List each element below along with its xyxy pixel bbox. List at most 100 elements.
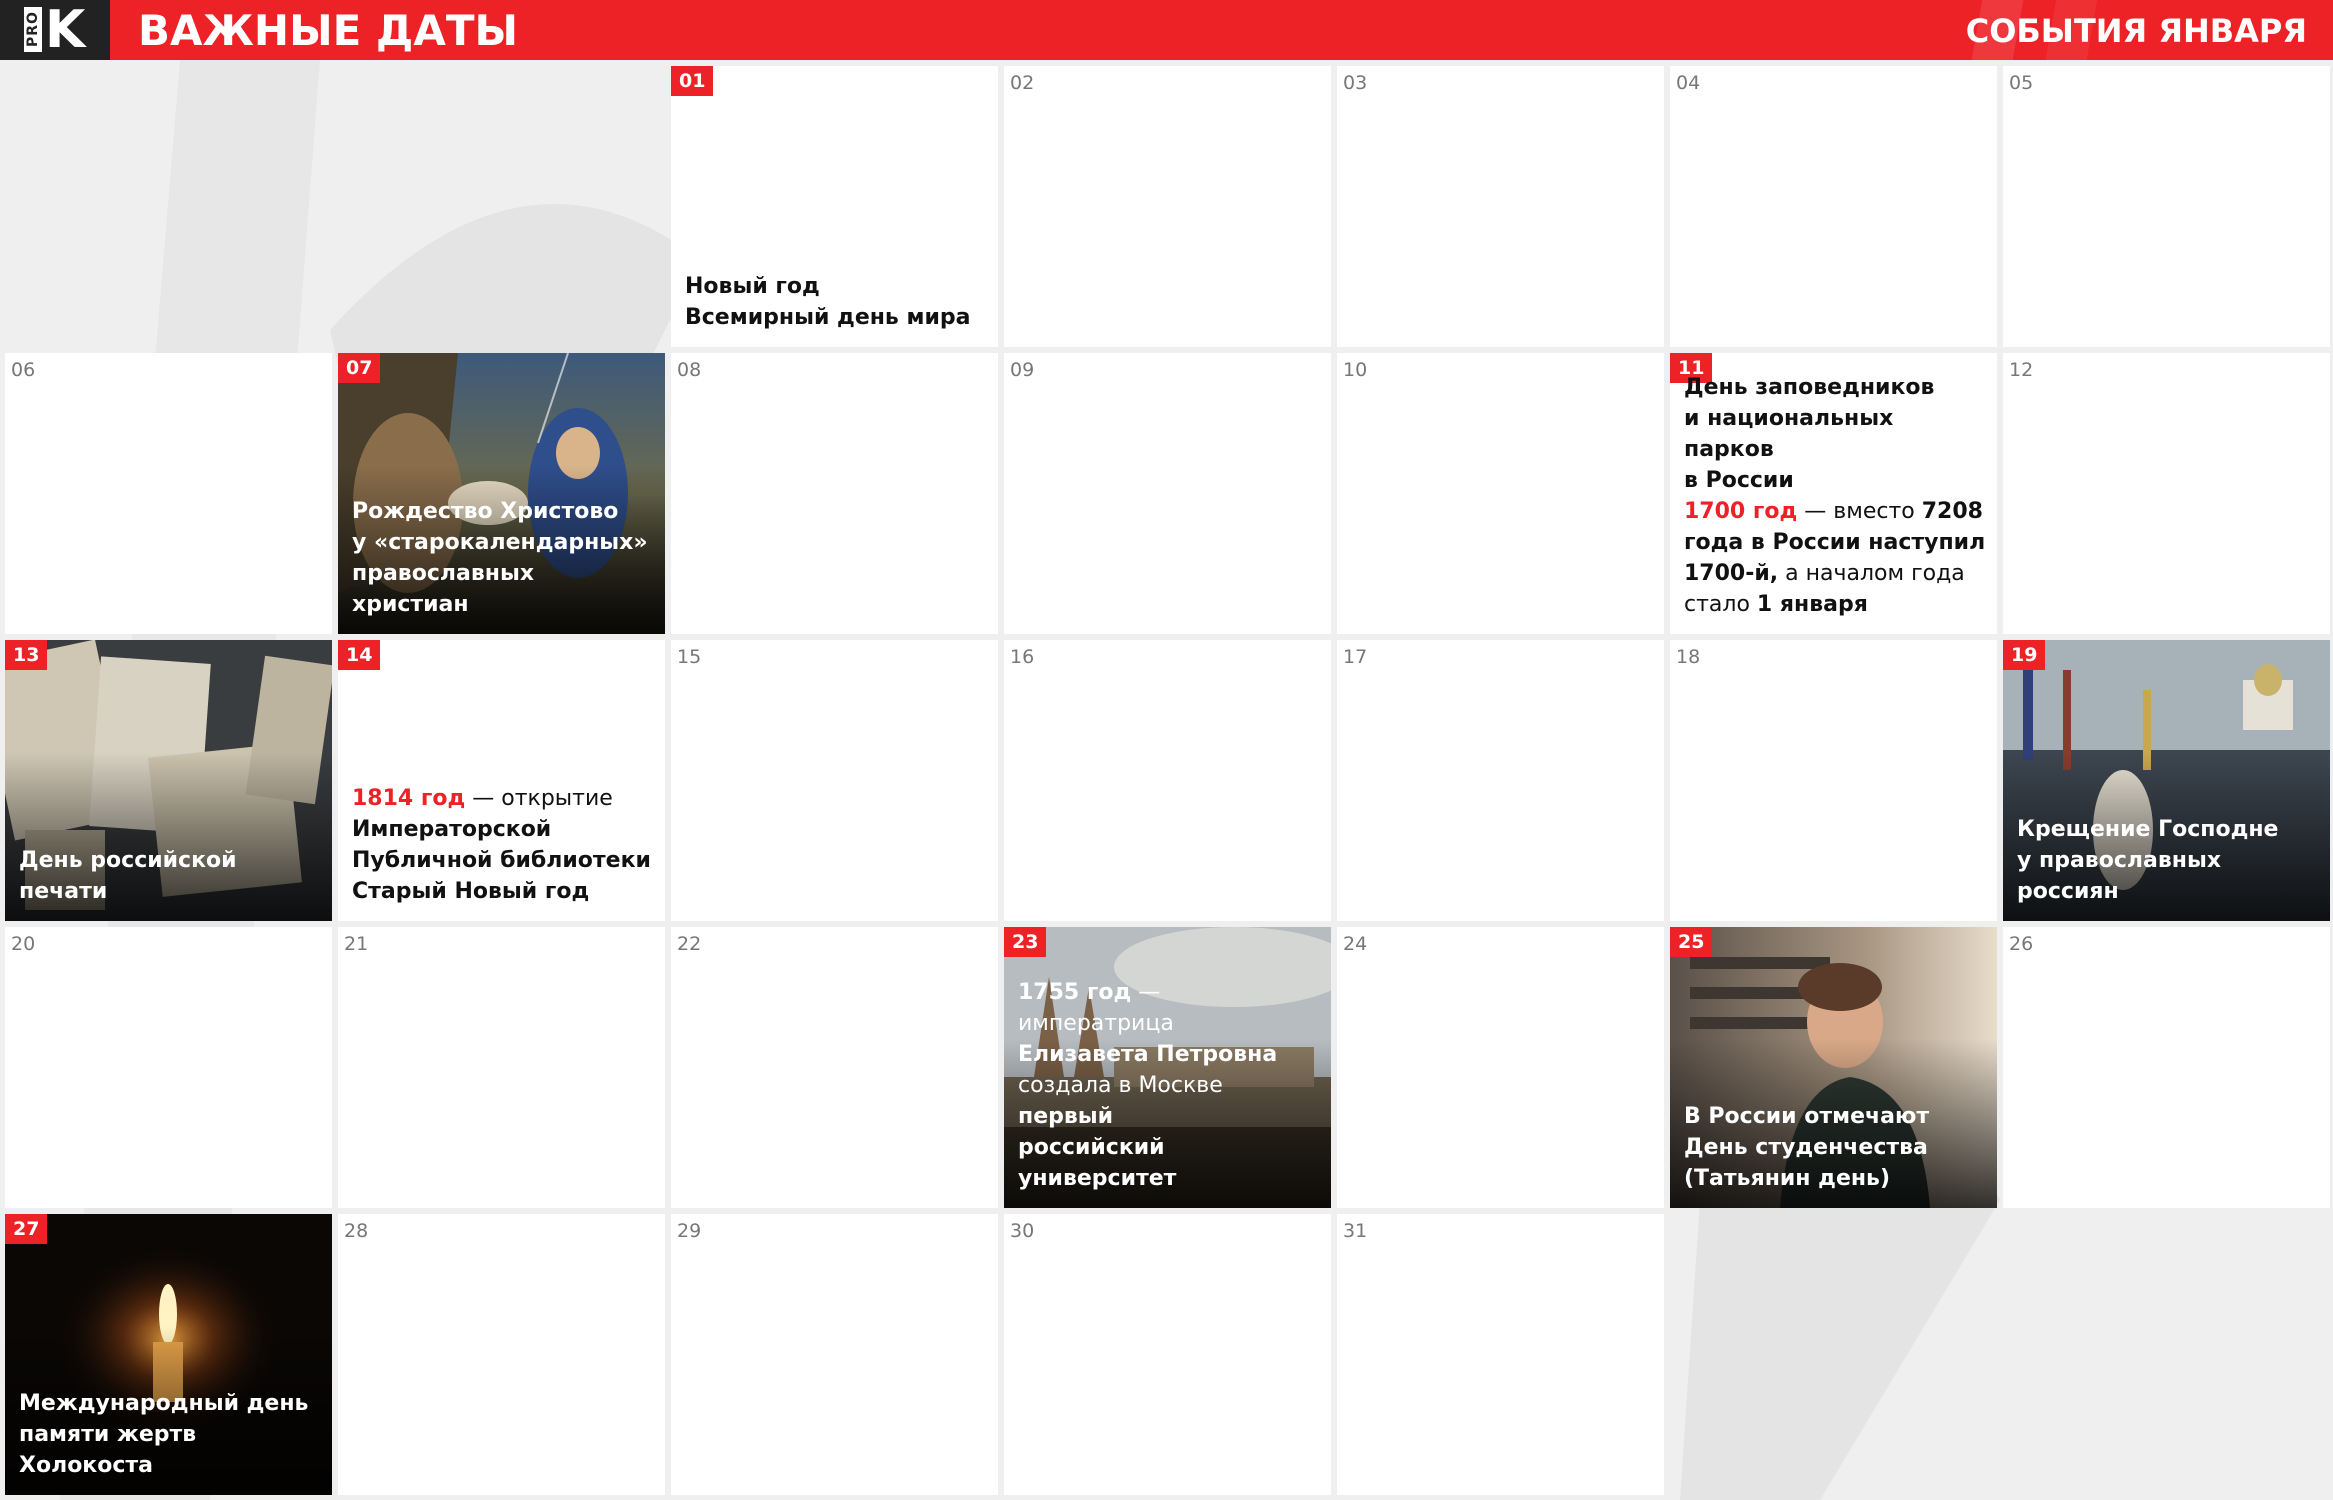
event-text-fragment: — открытие xyxy=(465,786,613,811)
calendar-day-23[interactable]: 23 1755 год — императрица Елизавета Петр… xyxy=(1004,927,1331,1208)
event-year-bold: 1755 год xyxy=(1018,980,1132,1005)
day-number: 05 xyxy=(2009,72,2034,94)
day-number: 21 xyxy=(344,933,369,955)
calendar-day-14[interactable]: 14 1814 год — открытие Императорской Пуб… xyxy=(338,640,665,921)
day-number: 28 xyxy=(344,1220,369,1242)
day-number: 17 xyxy=(1343,646,1368,668)
day-number: 06 xyxy=(11,359,36,381)
page-subtitle: СОБЫТИЯ ЯНВАРЯ xyxy=(1965,12,2307,50)
pro-k-logo[interactable]: PRO K xyxy=(0,0,110,60)
calendar-day-31[interactable]: 31 xyxy=(1337,1214,1664,1495)
event-text-bold: 1 января xyxy=(1756,592,1868,617)
calendar-day-07[interactable]: 07 Рождество Христово у «старокалендарны… xyxy=(338,353,665,634)
event-text-bold: 7208 xyxy=(1921,499,1983,524)
day-number: 20 xyxy=(11,933,36,955)
calendar-day-12[interactable]: 12 xyxy=(2003,353,2330,634)
day-event-text: Крещение Господне у православных россиян xyxy=(2017,814,2320,907)
calendar-day-25[interactable]: 25 В России отмечают День студенчества (… xyxy=(1670,927,1997,1208)
day-event-text: В России отмечают День студенчества (Тат… xyxy=(1684,1101,1987,1194)
calendar-day-27[interactable]: 27 Международный день памяти жертв Холок… xyxy=(5,1214,332,1495)
day-number: 23 xyxy=(1004,927,1047,957)
calendar-day-01[interactable]: 01 Новый год Всемирный день мира xyxy=(671,66,998,347)
day-number: 16 xyxy=(1010,646,1035,668)
calendar-day-18[interactable]: 18 xyxy=(1670,640,1997,921)
event-line: В России отмечают xyxy=(1684,1104,1930,1129)
day-number: 14 xyxy=(338,640,381,670)
calendar-day-03[interactable]: 03 xyxy=(1337,66,1664,347)
calendar-empty-cell xyxy=(5,66,332,347)
calendar-day-15[interactable]: 15 xyxy=(671,640,998,921)
event-text-fragment: создала в Москве xyxy=(1018,1073,1223,1098)
calendar-day-05[interactable]: 05 xyxy=(2003,66,2330,347)
day-number: 27 xyxy=(5,1214,48,1244)
event-line: Елизавета Петровна xyxy=(1018,1042,1278,1067)
day-event-text: Новый год Всемирный день мира xyxy=(685,271,988,333)
event-line: и национальных парков xyxy=(1684,406,1894,462)
day-event-text: День заповедников и национальных парков … xyxy=(1684,372,1987,620)
event-line: 1755 год — императрица xyxy=(1018,977,1321,1039)
day-event-text: Международный день памяти жертв Холокост… xyxy=(19,1388,322,1481)
day-number: 12 xyxy=(2009,359,2034,381)
event-line: у православных россиян xyxy=(2017,848,2222,904)
event-line: Крещение Господне xyxy=(2017,817,2279,842)
calendar-day-28[interactable]: 28 xyxy=(338,1214,665,1495)
event-year-highlight: 1814 год xyxy=(352,786,466,811)
calendar-day-10[interactable]: 10 xyxy=(1337,353,1664,634)
event-line: Императорской xyxy=(352,817,552,842)
calendar-day-02[interactable]: 02 xyxy=(1004,66,1331,347)
event-line: Рождество Христово xyxy=(352,499,619,524)
day-event-text: 1814 год — открытие Императорской Публич… xyxy=(352,783,655,907)
calendar-day-04[interactable]: 04 xyxy=(1670,66,1997,347)
calendar-day-06[interactable]: 06 xyxy=(5,353,332,634)
event-line: 1814 год — открытие xyxy=(352,783,655,814)
calendar-day-29[interactable]: 29 xyxy=(671,1214,998,1495)
calendar-day-11[interactable]: 11 День заповедников и национальных парк… xyxy=(1670,353,1997,634)
calendar-empty-cell xyxy=(338,66,665,347)
calendar-day-13[interactable]: 13 День российской печати xyxy=(5,640,332,921)
event-text-fragment: стало xyxy=(1684,592,1757,617)
event-line: День заповедников xyxy=(1684,375,1935,400)
calendar-day-08[interactable]: 08 xyxy=(671,353,998,634)
calendar-day-19[interactable]: 19 Крещение Господне у православных росс… xyxy=(2003,640,2330,921)
event-text-bold: 1700-й, xyxy=(1684,561,1779,586)
day-number: 03 xyxy=(1343,72,1368,94)
calendar-day-21[interactable]: 21 xyxy=(338,927,665,1208)
event-line: Всемирный день мира xyxy=(685,305,971,330)
calendar-day-09[interactable]: 09 xyxy=(1004,353,1331,634)
logo-pro-text: PRO xyxy=(24,7,42,52)
day-number: 10 xyxy=(1343,359,1368,381)
calendar-grid: 01 Новый год Всемирный день мира 02 03 0… xyxy=(0,66,2330,1495)
day-number: 01 xyxy=(671,66,714,96)
calendar-day-16[interactable]: 16 xyxy=(1004,640,1331,921)
calendar-day-20[interactable]: 20 xyxy=(5,927,332,1208)
calendar-day-22[interactable]: 22 xyxy=(671,927,998,1208)
day-number: 29 xyxy=(677,1220,702,1242)
day-event-text: День российской печати xyxy=(19,845,322,907)
header-bar: PRO K ВАЖНЫЕ ДАТЫ СОБЫТИЯ ЯНВАРЯ xyxy=(0,0,2333,60)
event-line: День студенчества xyxy=(1684,1135,1928,1160)
event-line: православных христиан xyxy=(352,561,535,617)
calendar-empty-cell xyxy=(2003,1214,2330,1495)
event-line: День российской печати xyxy=(19,848,237,904)
event-text-bold: первый xyxy=(1018,1104,1114,1129)
day-number: 26 xyxy=(2009,933,2034,955)
calendar-empty-cell xyxy=(1670,1214,1997,1495)
day-number: 22 xyxy=(677,933,702,955)
event-line: стало 1 января xyxy=(1684,589,1987,620)
day-number: 25 xyxy=(1670,927,1713,957)
event-line: Публичной библиотеки xyxy=(352,848,651,873)
day-number: 08 xyxy=(677,359,702,381)
calendar-day-17[interactable]: 17 xyxy=(1337,640,1664,921)
day-event-text: 1755 год — императрица Елизавета Петровн… xyxy=(1018,977,1321,1194)
event-line: в России xyxy=(1684,468,1794,493)
day-number: 09 xyxy=(1010,359,1035,381)
calendar-day-24[interactable]: 24 xyxy=(1337,927,1664,1208)
event-text-fragment: а началом года xyxy=(1778,561,1965,586)
day-number: 15 xyxy=(677,646,702,668)
event-line: памяти жертв Холокоста xyxy=(19,1422,197,1478)
day-number: 13 xyxy=(5,640,48,670)
event-line: (Татьянин день) xyxy=(1684,1166,1891,1191)
event-line: 1700-й, а началом года xyxy=(1684,558,1987,589)
calendar-day-30[interactable]: 30 xyxy=(1004,1214,1331,1495)
calendar-day-26[interactable]: 26 xyxy=(2003,927,2330,1208)
